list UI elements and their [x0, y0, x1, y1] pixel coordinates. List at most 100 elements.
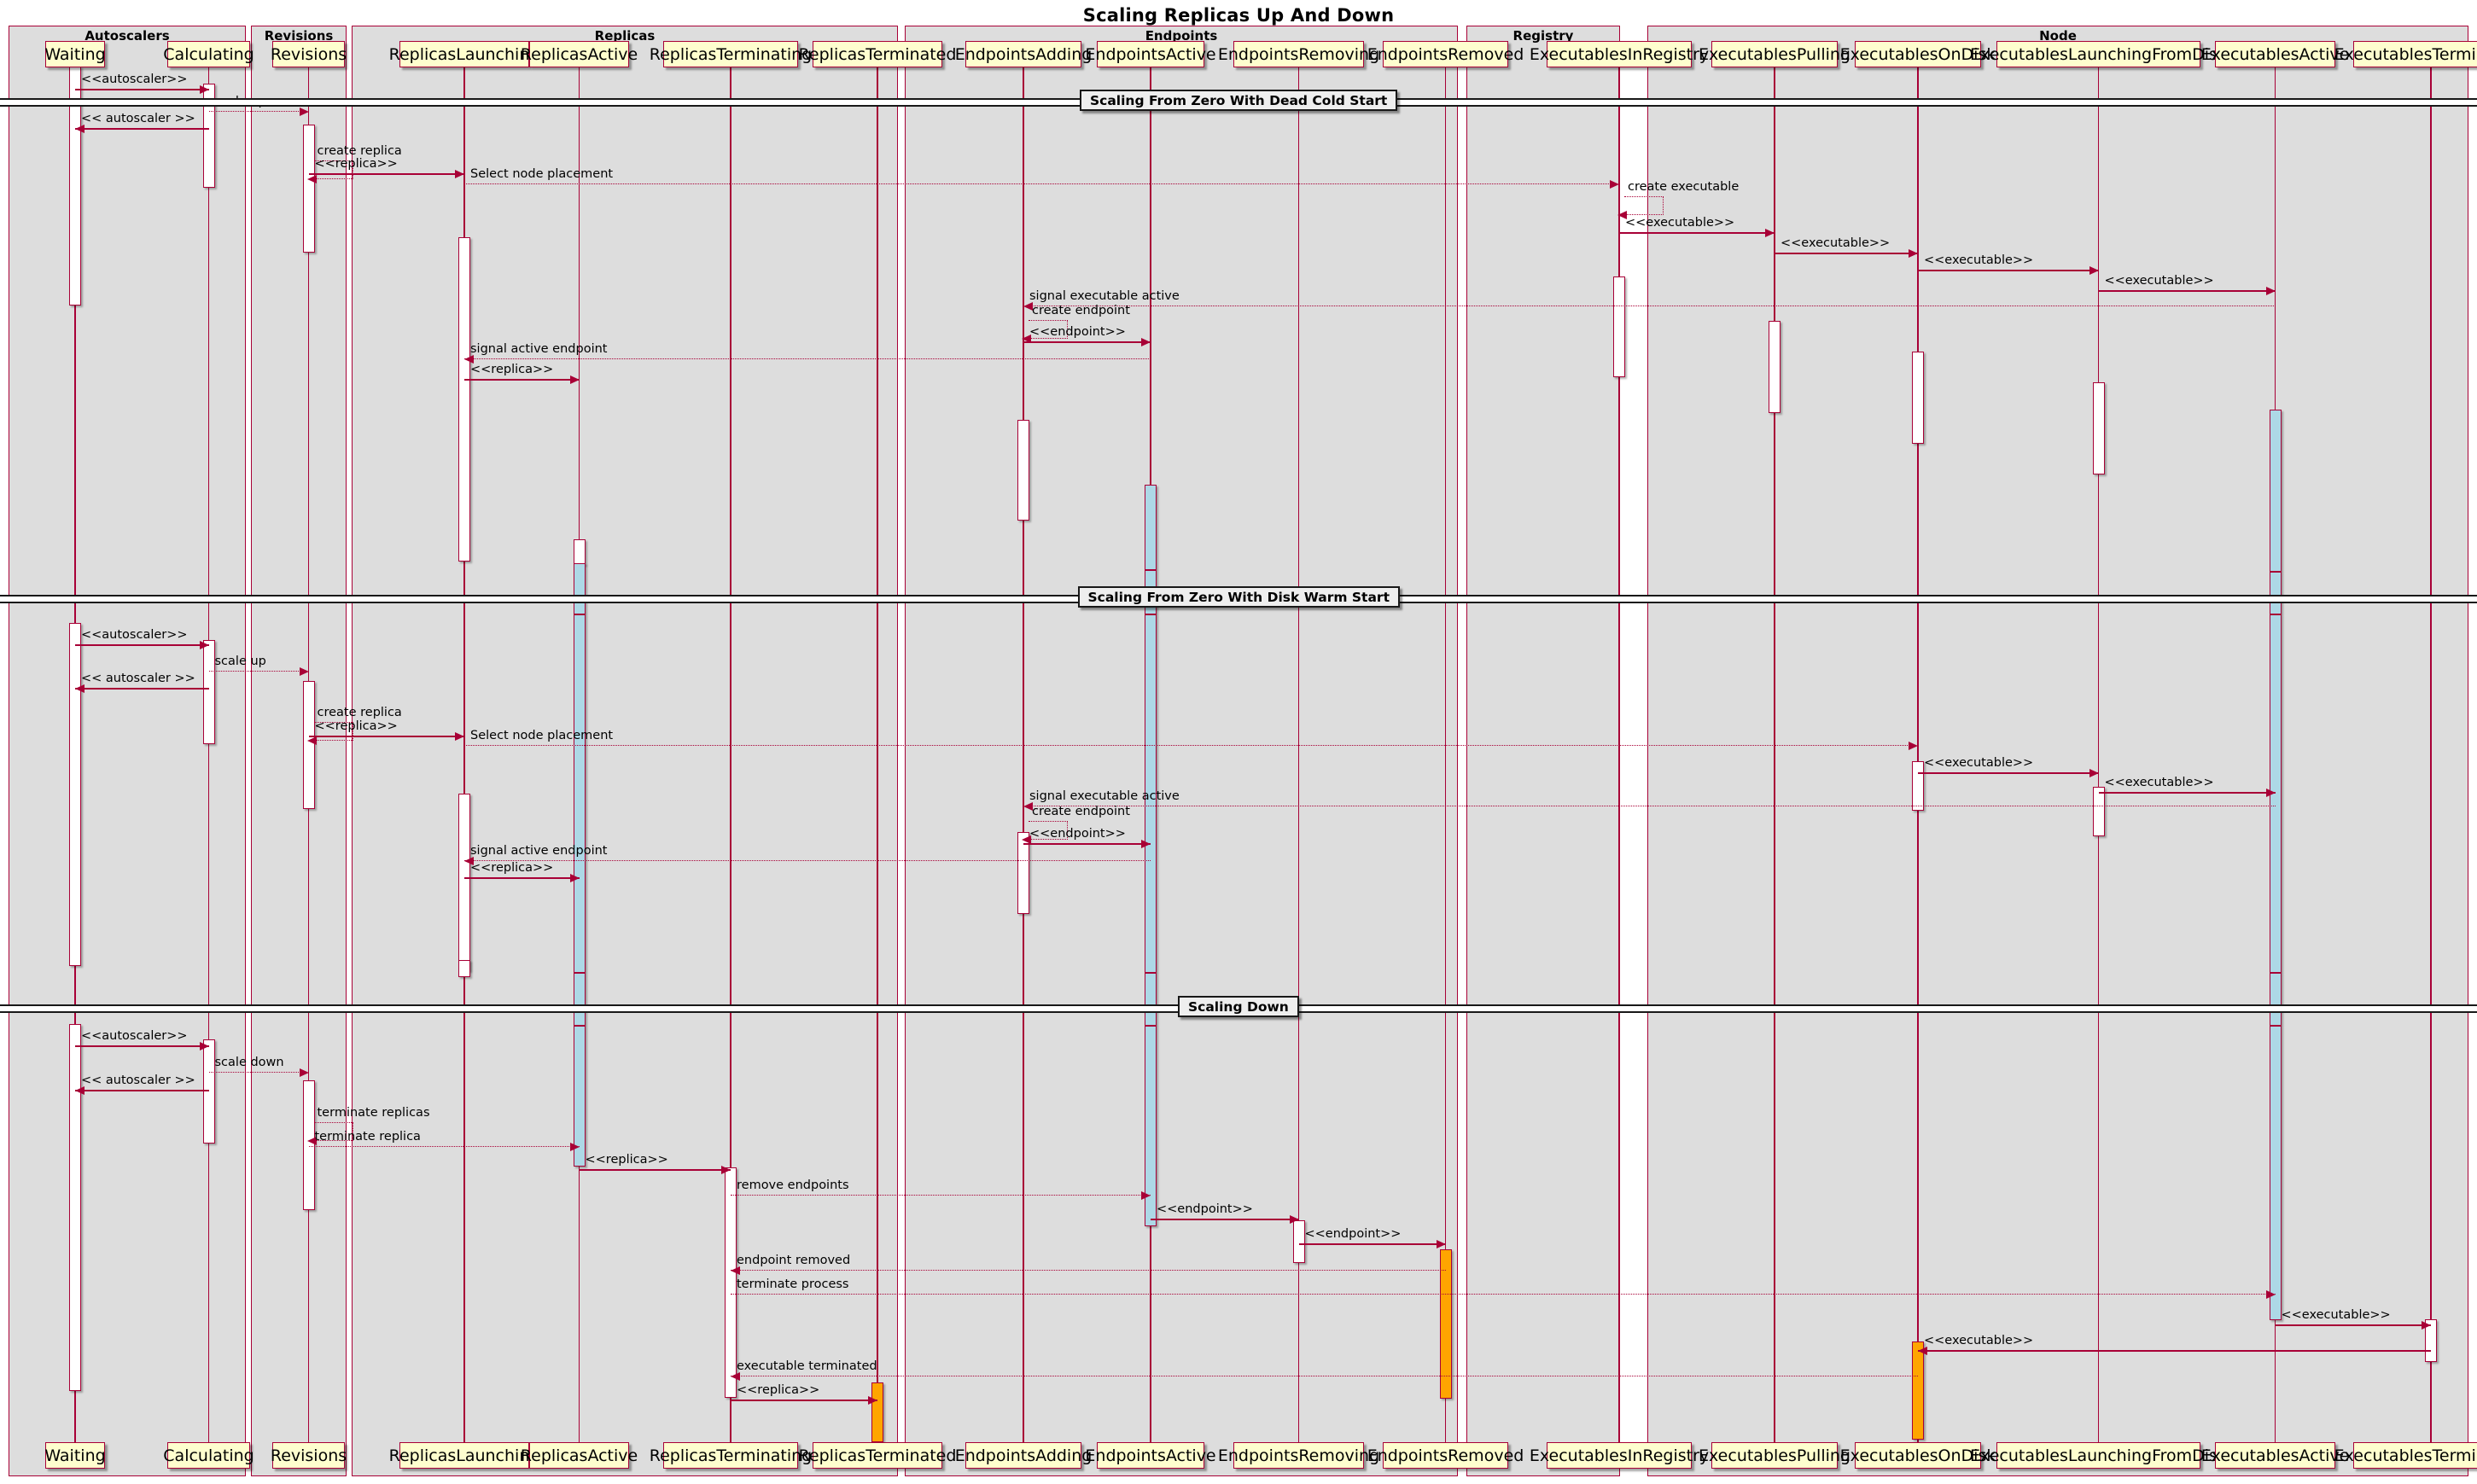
- message-line--replica-: [308, 736, 464, 737]
- page-title: Scaling Replicas Up And Down: [1082, 5, 1395, 26]
- participant-header-eremoved[interactable]: EndpointsRemoved: [1367, 41, 1524, 67]
- message-line--executable-: [1775, 253, 1918, 254]
- activation-bar-ractive: [573, 973, 586, 1026]
- arrowhead-l: [75, 684, 85, 693]
- participant-header-rterminating[interactable]: ReplicasTerminating: [650, 41, 812, 67]
- participant-group-revisions: [251, 26, 347, 1476]
- participant-footer-xactive[interactable]: ExecutablesActive: [2201, 1442, 2349, 1469]
- participant-header-xregistry[interactable]: ExecutablesInRegistry: [1530, 41, 1709, 67]
- activation-bar-ractive: [573, 563, 586, 614]
- message-label: executable terminated: [737, 1359, 877, 1373]
- arrowhead-l: [464, 354, 474, 364]
- activation-bar-waiting: [69, 623, 81, 966]
- arrowhead-r: [569, 375, 580, 384]
- participant-header-rlaunching[interactable]: ReplicasLaunching: [389, 41, 539, 67]
- participant-footer-rterminated[interactable]: ReplicasTerminated: [799, 1442, 956, 1469]
- arrowhead-r: [569, 873, 580, 882]
- message-line--replica-: [464, 379, 580, 381]
- message-line--autoscaler-: [75, 89, 209, 90]
- participant-header-waiting[interactable]: Waiting: [44, 41, 106, 67]
- activation-bar-revisions: [302, 1080, 315, 1210]
- participant-footer-rlaunching[interactable]: ReplicasLaunching: [389, 1442, 539, 1469]
- participant-footer-ractive[interactable]: ReplicasActive: [521, 1442, 638, 1469]
- message-line--autoscaler-: [75, 1090, 209, 1091]
- message-label: <<autoscaler>>: [81, 73, 188, 86]
- message-line-signal-active-endpoint: [464, 358, 1151, 359]
- activation-bar-rterminating: [725, 1167, 737, 1398]
- activation-bar-ractive: [573, 539, 586, 565]
- message-line-signal-active-endpoint: [464, 860, 1151, 861]
- message-line--executable-: [1918, 270, 2099, 271]
- participant-header-eactive[interactable]: EndpointsActive: [1085, 41, 1216, 67]
- arrowhead-r: [2422, 1320, 2431, 1330]
- activation-bar-xlaunching: [2092, 382, 2105, 474]
- message-label: <<executable>>: [2104, 274, 2214, 288]
- message-label: scale up: [214, 655, 266, 668]
- message-label: Select node placement: [470, 167, 614, 181]
- participant-footer-xterminating[interactable]: ExecutablesTerminating: [2334, 1442, 2477, 1469]
- message-line--executable-: [1918, 772, 2099, 774]
- activation-bar-eremoving: [1292, 1220, 1305, 1263]
- message-line--replica-: [464, 877, 580, 879]
- lifeline-xterminating: [2430, 67, 2432, 1442]
- participant-header-ractive[interactable]: ReplicasActive: [521, 41, 638, 67]
- arrowhead-r: [455, 731, 464, 741]
- arrowhead-r: [199, 640, 209, 649]
- participant-footer-waiting[interactable]: Waiting: [44, 1442, 106, 1469]
- message-label: <<endpoint>>: [1029, 325, 1126, 339]
- participant-group-endpoints: [905, 26, 1458, 1476]
- participant-header-revisions[interactable]: Revisions: [271, 41, 347, 67]
- arrowhead-l: [75, 124, 85, 133]
- arrowhead-r: [868, 1395, 877, 1405]
- arrowhead-r: [1909, 248, 1918, 258]
- participant-footer-eremoving[interactable]: EndpointsRemoving: [1218, 1442, 1379, 1469]
- participant-header-eremoving[interactable]: EndpointsRemoving: [1218, 41, 1379, 67]
- activation-bar-xondisk: [1912, 352, 1924, 444]
- arrowhead-r: [1289, 1214, 1299, 1224]
- activation-bar-rlaunching: [458, 237, 470, 562]
- participant-header-xpulling[interactable]: ExecutablesPulling: [1699, 41, 1850, 67]
- message-label: terminate process: [737, 1277, 849, 1291]
- participant-footer-eactive[interactable]: EndpointsActive: [1085, 1442, 1216, 1469]
- message-label: create replica: [317, 706, 402, 719]
- message-label: terminate replica: [314, 1130, 421, 1144]
- participant-footer-eadding[interactable]: EndpointsAdding: [955, 1442, 1092, 1469]
- activation-bar-ractive: [573, 614, 586, 973]
- message-line-scale-up: [208, 671, 309, 672]
- arrowhead-l: [75, 1085, 85, 1095]
- message-label: <<executable>>: [2281, 1308, 2391, 1322]
- message-label: << autoscaler >>: [81, 112, 195, 125]
- participant-group-registry: [1466, 26, 1620, 1476]
- message-label: signal active endpoint: [470, 342, 608, 356]
- activation-bar-calculating: [202, 1039, 215, 1144]
- participant-header-xterminating[interactable]: ExecutablesTerminating: [2334, 41, 2477, 67]
- message-line-scale-down: [208, 1072, 309, 1073]
- participant-footer-xregistry[interactable]: ExecutablesInRegistry: [1530, 1442, 1709, 1469]
- message-label: signal executable active: [1029, 789, 1180, 803]
- participant-header-xlaunching[interactable]: ExecutablesLaunchingFromDisk: [1970, 41, 2227, 67]
- message-label: signal executable active: [1029, 289, 1180, 303]
- participant-header-xondisk[interactable]: ExecutablesOnDisk: [1840, 41, 1996, 67]
- message-label: create replica: [317, 144, 402, 158]
- arrowhead-r: [2265, 1289, 2276, 1299]
- message-line-endpoint-removed: [731, 1270, 1446, 1271]
- participant-header-eadding[interactable]: EndpointsAdding: [955, 41, 1092, 67]
- participant-footer-xlaunching[interactable]: ExecutablesLaunchingFromDisk: [1970, 1442, 2227, 1469]
- arrowhead-r: [2089, 265, 2099, 275]
- participant-footer-xondisk[interactable]: ExecutablesOnDisk: [1840, 1442, 1996, 1469]
- participant-header-calculating[interactable]: Calculating: [163, 41, 254, 67]
- activation-bar-eactive: [1145, 973, 1157, 1026]
- participant-footer-revisions[interactable]: Revisions: [271, 1442, 347, 1469]
- message-label: <<endpoint>>: [1304, 1227, 1402, 1241]
- participant-footer-eremoved[interactable]: EndpointsRemoved: [1367, 1442, 1524, 1469]
- participant-header-rterminated[interactable]: ReplicasTerminated: [799, 41, 956, 67]
- divider-label-0: Scaling From Zero With Dead Cold Start: [1080, 90, 1398, 111]
- activation-bar-eadding: [1017, 420, 1029, 521]
- participant-footer-xpulling[interactable]: ExecutablesPulling: [1699, 1442, 1850, 1469]
- message-line--endpoint-: [1151, 1219, 1299, 1220]
- participant-footer-rterminating[interactable]: ReplicasTerminating: [650, 1442, 812, 1469]
- message-line--executable-: [2098, 792, 2276, 794]
- message-line-select-node-placement: [464, 745, 1918, 746]
- participant-footer-calculating[interactable]: Calculating: [163, 1442, 254, 1469]
- participant-header-xactive[interactable]: ExecutablesActive: [2201, 41, 2349, 67]
